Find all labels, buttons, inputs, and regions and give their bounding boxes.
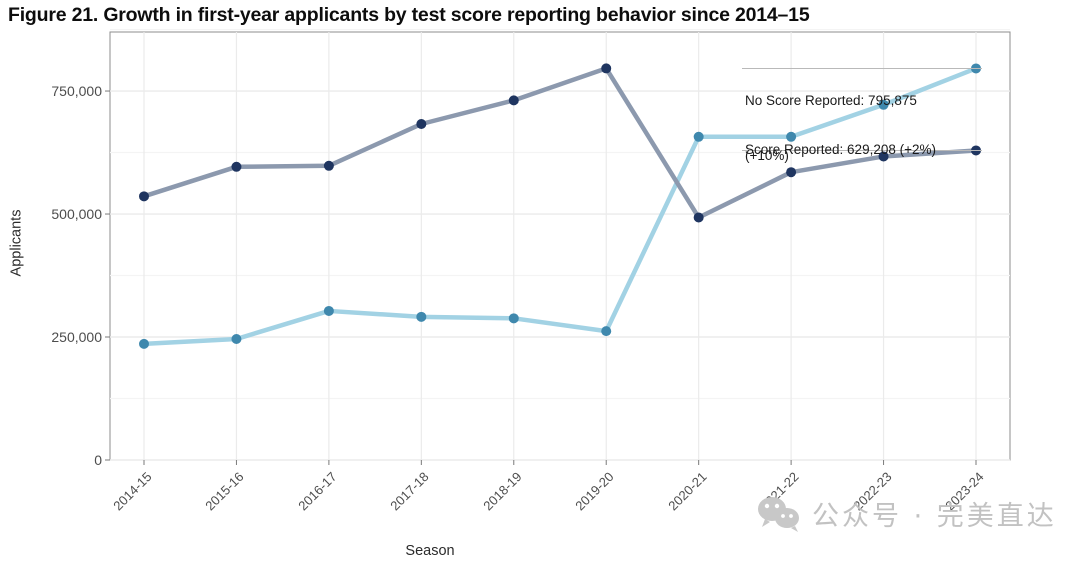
y-tick-label: 250,000 <box>51 329 102 345</box>
annotation-no-score-line1: No Score Reported: 795,875 <box>745 92 917 108</box>
y-tick-label: 0 <box>94 452 102 468</box>
watermark: 公众号 · 完美直达 <box>757 494 1057 533</box>
annotation-no-score-reported: No Score Reported: 795,875 (+10%) <box>745 55 917 201</box>
annotation-score-reported: Score Reported: 629,208 (+2%) <box>745 142 936 158</box>
y-tick-label: 500,000 <box>51 206 102 223</box>
page-title: Figure 21. Growth in first-year applican… <box>8 4 810 26</box>
watermark-text: 公众号 · 完美直达 <box>812 501 1057 532</box>
wechat-icon <box>758 496 799 532</box>
y-tick-label: 750,000 <box>51 83 102 100</box>
chart-plot-area: Applicants 0 250,000 500,000 750,000 2014-1… <box>0 28 1080 567</box>
line-chart-svg <box>105 28 1011 465</box>
x-axis-title: Season <box>405 543 455 559</box>
